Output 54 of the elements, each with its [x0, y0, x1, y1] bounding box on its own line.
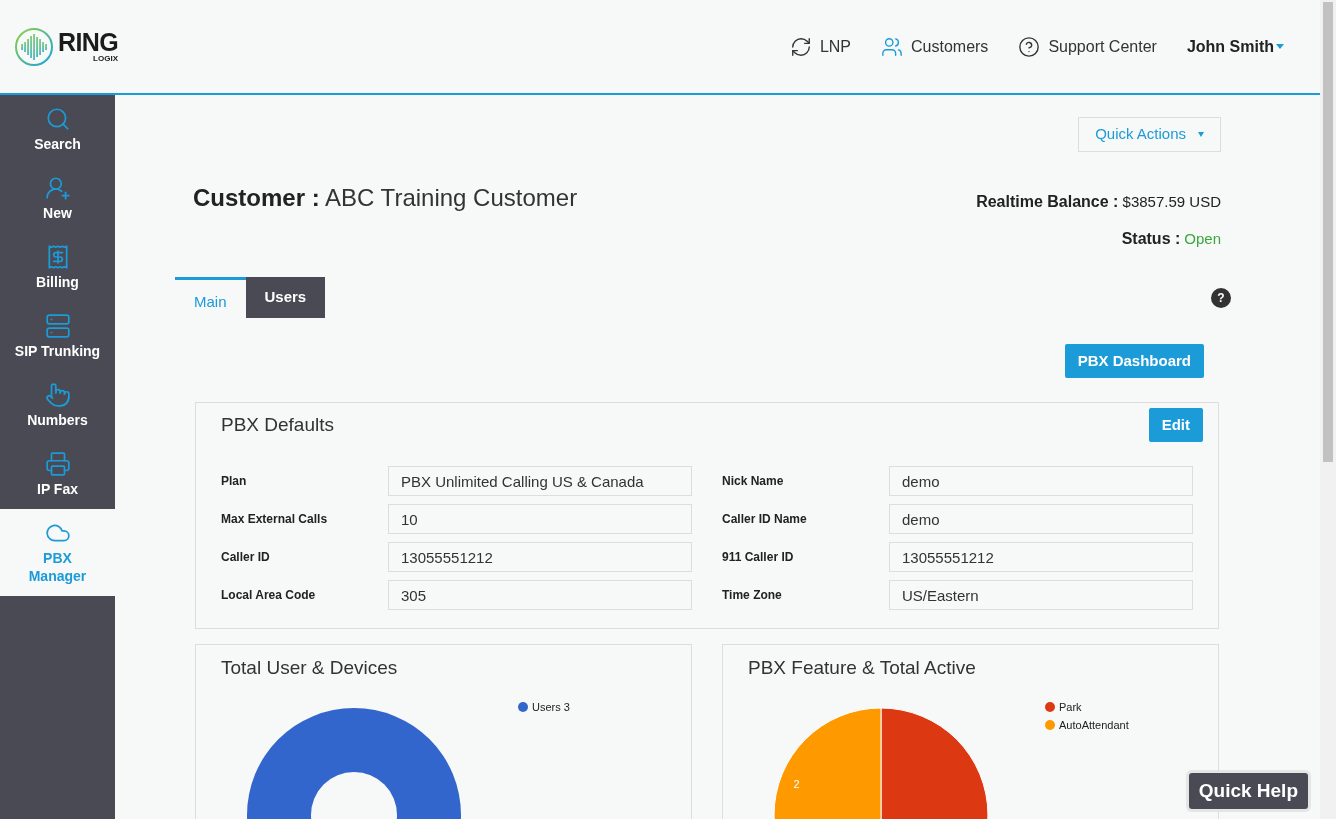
sidebar-item[interactable]: New — [0, 164, 115, 233]
nav-link[interactable]: LNP — [789, 34, 851, 59]
slice-label: 2 — [793, 777, 800, 790]
help-icon — [1018, 35, 1041, 58]
field-label: Plan — [221, 473, 248, 490]
tab[interactable]: Users — [245, 277, 326, 318]
user-plus-icon — [44, 175, 71, 201]
server-icon — [44, 313, 71, 339]
balance-text: Realtime Balance : $3857.59 USD — [976, 192, 1221, 212]
logo-text: RING — [58, 30, 118, 55]
pointing-hand-icon — [44, 382, 71, 408]
nav-link[interactable]: Customers — [881, 34, 989, 59]
legend-label: AutoAttendant — [1059, 718, 1129, 733]
caret-icon — [1198, 132, 1204, 137]
sidebar-item[interactable]: SIP Trunking — [0, 302, 115, 371]
field-label: Max External Calls — [221, 511, 329, 528]
status-value: Open — [1184, 229, 1221, 249]
input-field[interactable]: 13055551212 — [889, 542, 1193, 572]
legend-label: Park — [1059, 699, 1082, 715]
field-label: Caller ID — [221, 549, 271, 566]
field-label: Time Zone — [722, 587, 783, 604]
field-label: Nick Name — [722, 473, 785, 490]
card-title: Total User & Devices — [220, 656, 399, 680]
input-field[interactable]: demo — [889, 504, 1193, 534]
scrollbar[interactable] — [1320, 0, 1336, 819]
input-field[interactable]: 305 — [388, 580, 692, 610]
input-field[interactable]: 10 — [388, 504, 692, 534]
search-icon — [44, 106, 71, 132]
sidebar-item[interactable]: IP Fax — [0, 440, 115, 509]
caret-icon — [1276, 44, 1284, 49]
field-label: Local Area Code — [221, 587, 317, 604]
status-label: Status : — [1121, 229, 1181, 249]
users-icon — [881, 35, 903, 58]
help-badge[interactable]: ? — [1211, 287, 1231, 308]
field-label: 911 Caller ID — [722, 549, 795, 566]
input-field[interactable]: demo — [889, 466, 1193, 496]
user-menu[interactable]: John Smith — [1186, 34, 1284, 59]
logo-subtext: LOGIX — [93, 55, 118, 63]
customer-title: Customer : ABC Training Customer — [193, 183, 578, 213]
logo-icon — [14, 26, 54, 67]
field-label: Caller ID Name — [722, 511, 808, 528]
input-field[interactable]: US/Eastern — [889, 580, 1193, 610]
legend-label: Users 3 — [532, 699, 570, 715]
card-title: PBX Defaults — [221, 412, 334, 437]
nav-link[interactable]: Support Center — [1018, 34, 1157, 59]
sidebar-item[interactable]: Billing — [0, 233, 115, 302]
input-field[interactable]: PBX Unlimited Calling US & Canada — [388, 466, 692, 496]
card-title: PBX Feature & Total Active — [747, 656, 977, 680]
input-field[interactable]: 13055551212 — [388, 542, 692, 572]
sidebar-item[interactable]: Numbers — [0, 371, 115, 440]
printer-icon — [44, 451, 71, 477]
arrows-cycle-icon — [789, 35, 812, 58]
sidebar-item[interactable]: Search — [0, 95, 115, 164]
quick-help-button[interactable]: Quick Help — [1188, 773, 1308, 809]
